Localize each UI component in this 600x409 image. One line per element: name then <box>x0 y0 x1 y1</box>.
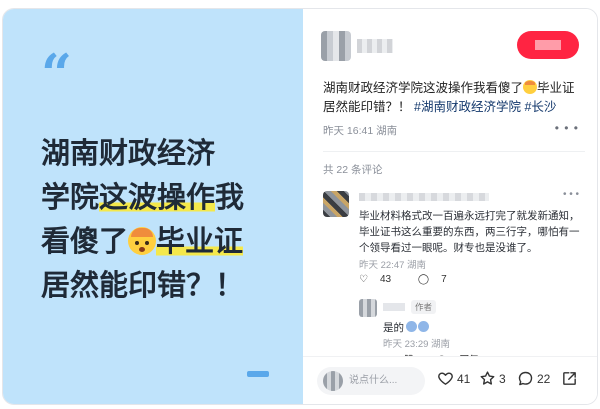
sweat-emoji-icon <box>406 321 417 332</box>
sweat-emoji-icon <box>418 321 429 332</box>
author-name[interactable] <box>357 39 393 53</box>
quote-mark: “ <box>41 42 72 106</box>
comment-more-icon[interactable]: • • • <box>563 189 579 200</box>
post-title: 湖南财政经济学院这波操作我看傻了 毕业证居然能印错？！ #湖南财政经济学院 #长沙 <box>323 80 575 114</box>
like-button[interactable]: 41 <box>437 370 470 387</box>
comment-bubble-icon: ◯ <box>417 274 430 285</box>
more-options-icon[interactable]: • • • <box>555 121 579 135</box>
cover-image[interactable]: “ 湖南财政经济 学院这波操作我 看傻了 毕业证 居然能印错？！ <box>3 9 303 404</box>
commenter-name[interactable] <box>359 193 489 201</box>
reply-meta: 昨天 23:29 湖南 <box>383 339 451 350</box>
reply-author-name[interactable] <box>383 303 405 311</box>
follow-button[interactable] <box>517 31 579 59</box>
comment-count: 共 22 条评论 <box>323 164 383 176</box>
author-avatar[interactable] <box>321 31 351 61</box>
user-avatar <box>323 371 343 391</box>
bottom-action-bar: 说点什么... 41 3 22 <box>303 356 597 404</box>
divider <box>323 151 585 152</box>
mind-blown-emoji-icon <box>523 80 538 94</box>
author-badge: 作者 <box>411 300 437 314</box>
reply-author-avatar[interactable] <box>359 299 377 317</box>
hashtag-link[interactable]: #湖南财政经济学院 <box>414 100 521 114</box>
share-button[interactable] <box>561 370 581 387</box>
star-icon <box>480 371 495 385</box>
carousel-indicator <box>247 371 269 377</box>
comment-text: 毕业材料格式改一百遍永远打完了就发新通知，毕业证书这么重要的东西，两三行字，哪怕… <box>359 210 580 254</box>
post-detail-panel: 湖南财政经济学院这波操作我看傻了 毕业证居然能印错？！ #湖南财政经济学院 #长沙… <box>303 9 597 404</box>
comment-actions: ♡ 43 ◯ 7 <box>359 274 471 285</box>
comment-button[interactable]: 22 <box>517 370 550 387</box>
comment-reply-button[interactable]: ◯ 7 <box>418 274 459 285</box>
share-icon <box>563 372 576 385</box>
heart-icon <box>438 372 453 385</box>
post-card: “ 湖南财政经济 学院这波操作我 看傻了 毕业证 居然能印错？！ 湖南财政经济学院… <box>2 8 598 405</box>
comment-bubble-icon <box>518 371 533 386</box>
mind-blown-emoji-icon <box>128 227 157 255</box>
comment-like-button[interactable]: ♡ 43 <box>359 274 403 285</box>
post-meta: 昨天 16:41 湖南 <box>323 125 398 137</box>
heart-icon: ♡ <box>359 274 368 285</box>
collect-button[interactable]: 3 <box>479 370 506 387</box>
cover-text: 湖南财政经济 学院这波操作我 看傻了 毕业证 居然能印错？！ <box>41 136 245 302</box>
commenter-avatar[interactable] <box>323 191 349 217</box>
hashtag-link[interactable]: #长沙 <box>524 100 556 114</box>
comment-input[interactable]: 说点什么... <box>317 367 425 395</box>
reply-text: 是的 <box>383 320 429 335</box>
comment-meta: 昨天 22:47 湖南 <box>359 260 427 271</box>
